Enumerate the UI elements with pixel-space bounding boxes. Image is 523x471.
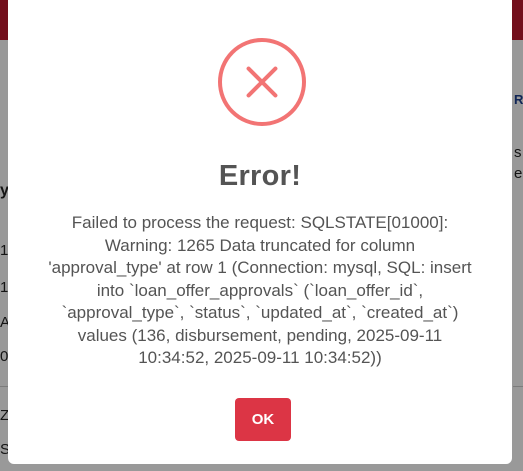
ok-button[interactable]: OK: [235, 398, 291, 441]
error-dialog: Error! Failed to process the request: SQ…: [8, 0, 512, 464]
dialog-message: Failed to process the request: SQLSTATE[…: [48, 213, 472, 367]
dialog-title: Error!: [218, 160, 302, 192]
error-x-icon: [218, 38, 306, 126]
